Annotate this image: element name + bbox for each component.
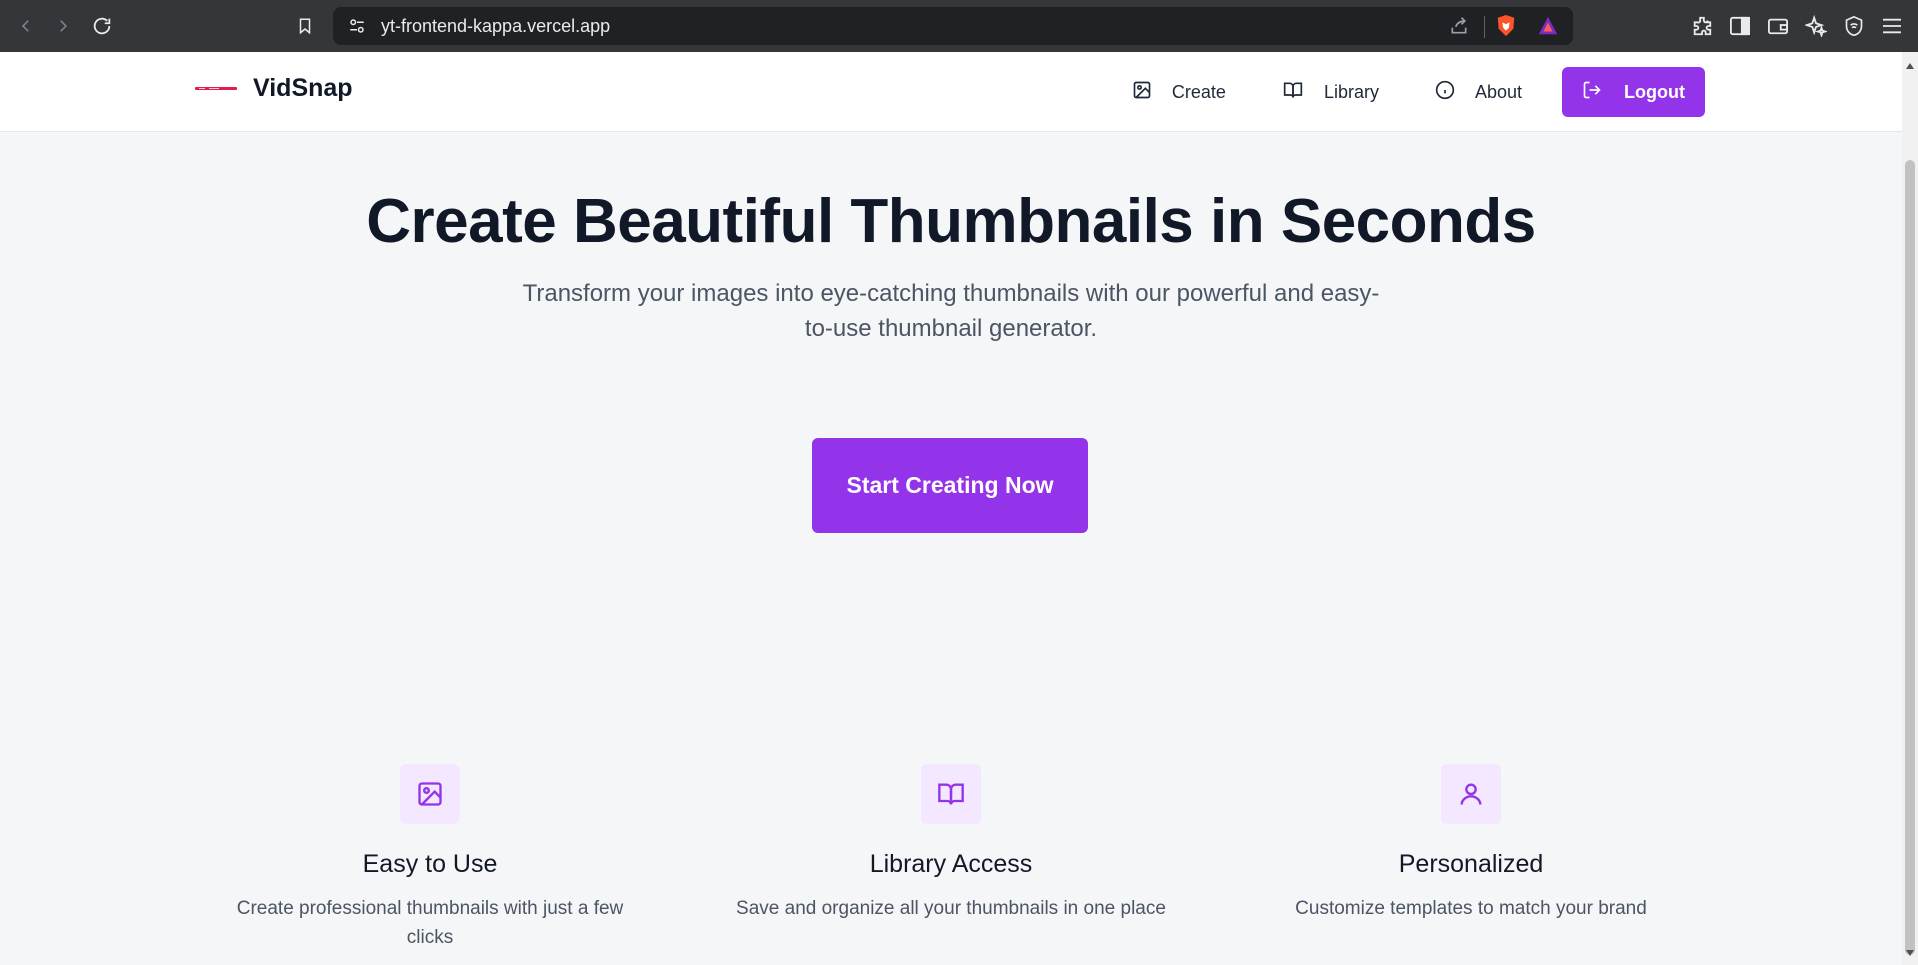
logout-icon	[1582, 80, 1602, 105]
brand-name: VidSnap	[253, 74, 353, 102]
brave-rewards-icon[interactable]	[1537, 15, 1559, 37]
feature-description: Create professional thumbnails with just…	[236, 898, 624, 948]
leo-ai-icon[interactable]	[1802, 12, 1830, 40]
feature-title: Personalized	[1398, 850, 1544, 878]
browser-toolbar: yt-frontend-kappa.vercel.app	[0, 0, 1918, 52]
vpn-icon[interactable]	[1840, 12, 1868, 40]
brand[interactable]: VidSnap	[195, 74, 353, 103]
scrollbar-thumb[interactable]	[1905, 160, 1915, 955]
wallet-icon[interactable]	[1764, 12, 1792, 40]
separator	[1484, 16, 1485, 38]
brand-logo	[195, 82, 237, 96]
feature-card-personalized: Personalized Customize templates to matc…	[1256, 764, 1686, 923]
info-icon	[1435, 80, 1455, 105]
nav-about-label: About	[1474, 81, 1523, 102]
page: VidSnap Create Library About Logout Crea…	[0, 52, 1902, 965]
nav-create[interactable]: Create	[1104, 67, 1254, 117]
scroll-up-icon[interactable]	[1906, 56, 1914, 74]
sidebar-icon[interactable]	[1726, 12, 1754, 40]
logout-button[interactable]: Logout	[1562, 67, 1705, 117]
navbar: VidSnap Create Library About Logout	[0, 52, 1902, 132]
book-open-icon	[921, 764, 981, 824]
bookmark-icon[interactable]	[291, 12, 319, 40]
logout-label: Logout	[1624, 81, 1685, 102]
back-icon[interactable]	[12, 12, 40, 40]
nav-about[interactable]: About	[1407, 67, 1550, 117]
forward-icon[interactable]	[49, 12, 77, 40]
image-icon	[1132, 80, 1152, 105]
feature-card-easy: Easy to Use Create professional thumbnai…	[215, 764, 645, 952]
book-open-icon	[1282, 80, 1304, 105]
feature-description: Save and organize all your thumbnails in…	[736, 898, 1166, 919]
scroll-down-icon[interactable]	[1906, 943, 1914, 961]
hero-subtitle: Transform your images into eye-catching …	[522, 280, 1380, 342]
image-icon	[400, 764, 460, 824]
nav-library[interactable]: Library	[1254, 67, 1407, 117]
hero-title: Create Beautiful Thumbnails in Seconds	[366, 187, 1536, 256]
nav-create-label: Create	[1171, 81, 1226, 102]
start-creating-button[interactable]: Start Creating Now	[812, 438, 1088, 533]
nav-links: Create Library About Logout	[1104, 67, 1705, 117]
site-settings-icon[interactable]	[347, 17, 367, 35]
feature-title: Easy to Use	[362, 850, 498, 878]
reload-icon[interactable]	[88, 12, 116, 40]
url-text[interactable]: yt-frontend-kappa.vercel.app	[381, 16, 610, 37]
vertical-scrollbar[interactable]	[1902, 52, 1918, 965]
address-bar[interactable]: yt-frontend-kappa.vercel.app	[333, 7, 1573, 45]
feature-description: Customize templates to match your brand	[1295, 898, 1647, 919]
nav-library-label: Library	[1323, 81, 1379, 102]
user-icon	[1441, 764, 1501, 824]
menu-icon[interactable]	[1878, 12, 1906, 40]
feature-title: Library Access	[869, 850, 1033, 878]
brave-shield-icon[interactable]	[1495, 14, 1517, 38]
extensions-icon[interactable]	[1688, 12, 1716, 40]
share-icon[interactable]	[1449, 16, 1469, 36]
feature-card-library: Library Access Save and organize all you…	[736, 764, 1166, 923]
